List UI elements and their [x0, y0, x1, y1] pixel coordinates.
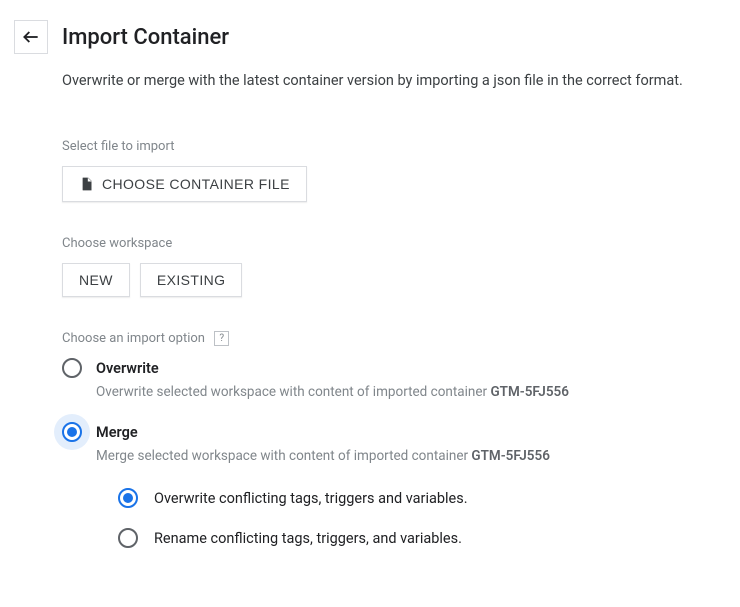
intro-text: Overwrite or merge with the latest conta… [62, 72, 720, 89]
overwrite-desc: Overwrite selected workspace with conten… [96, 384, 720, 400]
new-workspace-button[interactable]: NEW [62, 263, 130, 297]
merge-overwrite-conflicts-radio[interactable] [118, 488, 138, 508]
help-icon[interactable]: ? [214, 331, 229, 346]
merge-rename-conflicts-radio[interactable] [118, 528, 138, 548]
overwrite-title: Overwrite [96, 360, 159, 377]
choose-file-label: CHOOSE CONTAINER FILE [102, 176, 290, 192]
existing-label: EXISTING [157, 272, 226, 288]
import-option-label: Choose an import option ? [62, 331, 720, 346]
merge-rename-conflicts-label: Rename conflicting tags, triggers, and v… [154, 530, 462, 547]
overwrite-radio[interactable] [62, 358, 82, 378]
merge-overwrite-conflicts-label: Overwrite conflicting tags, triggers and… [154, 490, 468, 507]
back-button[interactable] [14, 20, 48, 54]
merge-desc: Merge selected workspace with content of… [96, 448, 720, 464]
workspace-section-label: Choose workspace [62, 236, 720, 251]
existing-workspace-button[interactable]: EXISTING [140, 263, 243, 297]
merge-title: Merge [96, 424, 138, 441]
arrow-left-icon [21, 27, 41, 47]
file-icon [79, 175, 94, 193]
merge-radio[interactable] [62, 422, 82, 442]
page-title: Import Container [62, 25, 229, 50]
new-label: NEW [79, 272, 113, 288]
file-section-label: Select file to import [62, 139, 720, 154]
choose-file-button[interactable]: CHOOSE CONTAINER FILE [62, 166, 307, 202]
